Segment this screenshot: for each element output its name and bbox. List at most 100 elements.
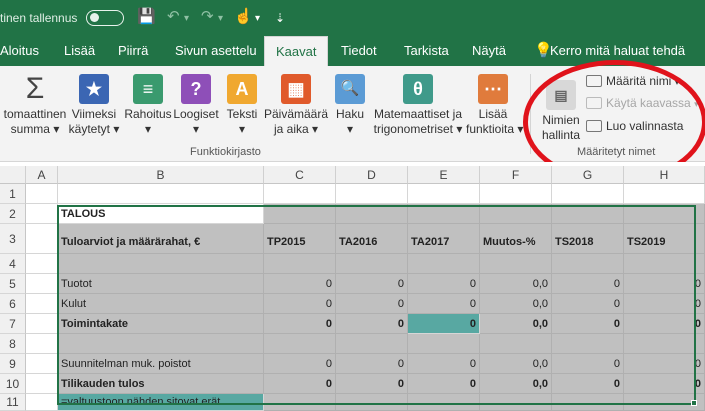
cell-d6[interactable]: 0	[336, 294, 408, 314]
redo-dropdown-icon[interactable]: ▾	[218, 10, 223, 28]
row-header[interactable]: 10	[0, 374, 26, 394]
cell-e9[interactable]: 0	[408, 354, 480, 374]
cell-c6[interactable]: 0	[264, 294, 336, 314]
cell-h10[interactable]: 0	[624, 374, 705, 394]
row-header[interactable]: 7	[0, 314, 26, 334]
cell-d2[interactable]	[336, 204, 408, 224]
cell-f7[interactable]: 0,0	[480, 314, 552, 334]
cell-g3[interactable]: TS2018	[552, 224, 624, 254]
column-header-b[interactable]: B	[58, 166, 264, 184]
column-header-h[interactable]: H	[624, 166, 705, 184]
cell-c10[interactable]: 0	[264, 374, 336, 394]
column-header-a[interactable]: A	[26, 166, 58, 184]
cell-c7[interactable]: 0	[264, 314, 336, 334]
cell-f6[interactable]: 0,0	[480, 294, 552, 314]
cell-a9[interactable]	[26, 354, 58, 374]
lookup-button[interactable]: 🔍 Haku ▾	[330, 74, 370, 137]
tab-tarkista[interactable]: Tarkista	[404, 36, 449, 66]
cell-g2[interactable]	[552, 204, 624, 224]
logical-button[interactable]: ? Loogiset ▾	[172, 74, 220, 137]
cell-b10[interactable]: Tilikauden tulos	[58, 374, 264, 394]
cell-a4[interactable]	[26, 254, 58, 274]
tab-sivun-asettelu[interactable]: Sivun asettelu	[175, 36, 257, 66]
cell-d8[interactable]	[336, 334, 408, 354]
cell-b3[interactable]: Tuloarviot ja määrärahat, €	[58, 224, 264, 254]
cell-e1[interactable]	[408, 184, 480, 204]
row-header[interactable]: 11	[0, 394, 26, 411]
column-header-f[interactable]: F	[480, 166, 552, 184]
cell-g9[interactable]: 0	[552, 354, 624, 374]
cell-c2[interactable]	[264, 204, 336, 224]
tab-lisaa[interactable]: Lisää	[64, 36, 95, 66]
cell-f11[interactable]	[480, 394, 552, 411]
cell-b2[interactable]: TALOUS	[58, 204, 264, 224]
cell-g4[interactable]	[552, 254, 624, 274]
cell-g5[interactable]: 0	[552, 274, 624, 294]
cell-e3[interactable]: TA2017	[408, 224, 480, 254]
cell-h7[interactable]: 0	[624, 314, 705, 334]
cell-g11[interactable]	[552, 394, 624, 411]
cell-f9[interactable]: 0,0	[480, 354, 552, 374]
date-time-button[interactable]: ▦ Päivämäärä ja aika ▾	[262, 74, 330, 137]
cell-a11[interactable]	[26, 394, 58, 411]
cell-c11[interactable]	[264, 394, 336, 411]
cell-c1[interactable]	[264, 184, 336, 204]
cell-f5[interactable]: 0,0	[480, 274, 552, 294]
cell-e4[interactable]	[408, 254, 480, 274]
cell-c3[interactable]: TP2015	[264, 224, 336, 254]
tab-nayta[interactable]: Näytä	[472, 36, 506, 66]
cell-d3[interactable]: TA2016	[336, 224, 408, 254]
cell-e11[interactable]	[408, 394, 480, 411]
tab-kaavat[interactable]: Kaavat	[264, 36, 329, 66]
cell-a2[interactable]	[26, 204, 58, 224]
cell-h4[interactable]	[624, 254, 705, 274]
cell-d5[interactable]: 0	[336, 274, 408, 294]
cell-f1[interactable]	[480, 184, 552, 204]
cell-b6[interactable]: Kulut	[58, 294, 264, 314]
cell-e8[interactable]	[408, 334, 480, 354]
cell-e10[interactable]: 0	[408, 374, 480, 394]
row-header[interactable]: 4	[0, 254, 26, 274]
text-button[interactable]: A Teksti ▾	[222, 74, 262, 137]
undo-dropdown-icon[interactable]: ▾	[184, 10, 189, 28]
more-functions-button[interactable]: ⋯ Lisää funktioita ▾	[466, 74, 523, 137]
cell-d4[interactable]	[336, 254, 408, 274]
cell-a10[interactable]	[26, 374, 58, 394]
autosum-button[interactable]: Σ tomaattinen summa ▾	[0, 74, 70, 137]
cell-d1[interactable]	[336, 184, 408, 204]
cell-f4[interactable]	[480, 254, 552, 274]
cell-c4[interactable]	[264, 254, 336, 274]
touch-dropdown-icon[interactable]: ▾	[255, 10, 260, 28]
row-header[interactable]: 2	[0, 204, 26, 224]
cell-b7[interactable]: Toimintakate	[58, 314, 264, 334]
financial-button[interactable]: ≡ Rahoitus ▾	[122, 74, 174, 137]
row-header[interactable]: 6	[0, 294, 26, 314]
save-icon[interactable]: 💾	[137, 8, 156, 26]
column-header-e[interactable]: E	[408, 166, 480, 184]
tab-tiedot[interactable]: Tiedot	[341, 36, 377, 66]
select-all-corner[interactable]	[0, 166, 26, 184]
cell-e2[interactable]	[408, 204, 480, 224]
cell-d9[interactable]: 0	[336, 354, 408, 374]
undo-icon[interactable]: ↶	[167, 8, 180, 26]
define-name-button[interactable]: Määritä nimi ▾	[586, 72, 679, 91]
cell-c9[interactable]: 0	[264, 354, 336, 374]
tell-me-search[interactable]: Kerro mitä haluat tehdä	[550, 36, 685, 66]
row-header[interactable]: 5	[0, 274, 26, 294]
cell-e5[interactable]: 0	[408, 274, 480, 294]
cell-h6[interactable]: 0	[624, 294, 705, 314]
cell-g10[interactable]: 0	[552, 374, 624, 394]
math-trig-button[interactable]: θ Matemaattiset ja trigonometriset ▾	[370, 74, 466, 137]
cell-c5[interactable]: 0	[264, 274, 336, 294]
cell-h2[interactable]	[624, 204, 705, 224]
cell-b9[interactable]: Suunnitelman muk. poistot	[58, 354, 264, 374]
cell-b11[interactable]: =valtuustoon nähden sitovat erät	[58, 394, 264, 411]
autosave-toggle[interactable]	[86, 10, 124, 26]
cell-f8[interactable]	[480, 334, 552, 354]
cell-a8[interactable]	[26, 334, 58, 354]
row-header[interactable]: 3	[0, 224, 26, 254]
cell-a1[interactable]	[26, 184, 58, 204]
cell-g1[interactable]	[552, 184, 624, 204]
cell-b5[interactable]: Tuotot	[58, 274, 264, 294]
cell-e6[interactable]: 0	[408, 294, 480, 314]
